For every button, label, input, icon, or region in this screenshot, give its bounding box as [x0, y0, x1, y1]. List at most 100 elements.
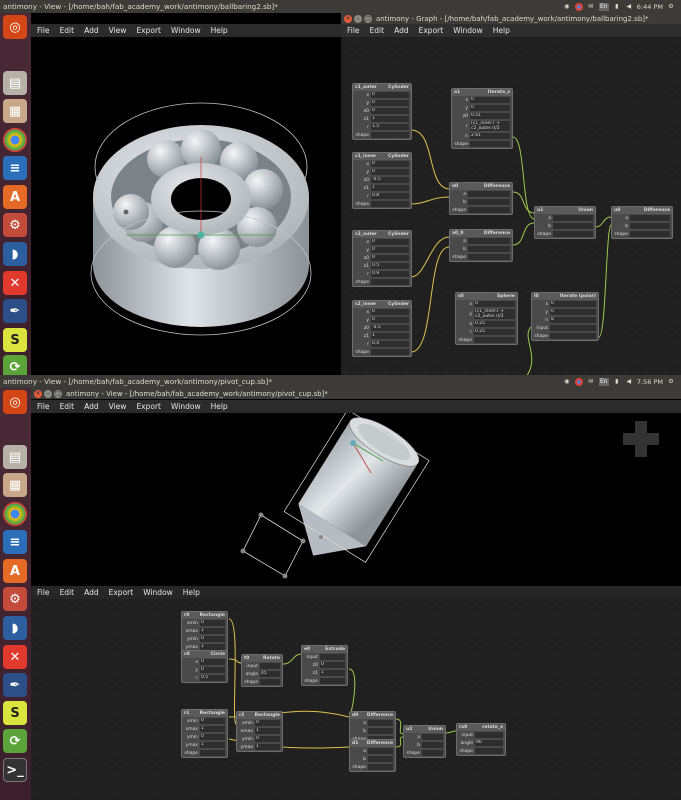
node-value-field[interactable]: 0.9	[371, 271, 409, 277]
software-center-icon[interactable]: A	[3, 185, 27, 209]
node-value-field[interactable]: 1	[371, 185, 409, 191]
pivot-view-titlebar[interactable]: ✕ – □ antimony - View - [/home/bah/fab_a…	[31, 388, 681, 399]
node-value-field[interactable]	[630, 223, 670, 229]
volume-icon[interactable]: ◀	[625, 3, 633, 11]
node-graph-pivot[interactable]: r0 Rectangle xmin 0 xmax 1 ymin 0 ymax 1 c0 Ci…	[31, 599, 681, 800]
node-value-field[interactable]: 0.25	[474, 321, 515, 327]
minimize-icon[interactable]: –	[354, 14, 362, 23]
node-value-field[interactable]: 0	[320, 662, 345, 668]
gear-icon[interactable]: ⚙	[667, 3, 675, 11]
node-value-field[interactable]: 0	[371, 247, 409, 253]
node-value-field[interactable]: 0	[470, 97, 510, 103]
node-value-field[interactable]: -0.5	[371, 325, 409, 331]
node-value-field[interactable]	[553, 223, 593, 229]
menu-add[interactable]: Add	[84, 26, 99, 35]
viewport-3d-top[interactable]	[31, 37, 341, 375]
wireshark-icon[interactable]: ◗	[3, 242, 27, 266]
node-s0-sphere[interactable]: s0 Sphere x0 y (c1_inner.r + c2_outer.r)/2…	[455, 292, 518, 345]
node-value-field[interactable]: 0	[371, 161, 409, 167]
node-value-field[interactable]: 0.4	[371, 341, 409, 347]
graph-menu-export[interactable]: Export	[109, 588, 134, 597]
node-value-field[interactable]	[422, 750, 443, 756]
archive-icon[interactable]: ▦	[3, 473, 27, 497]
node-value-field[interactable]: 45	[260, 671, 280, 677]
graph-menu-file[interactable]: File	[347, 26, 360, 35]
graph-menu-help[interactable]: Help	[183, 588, 200, 597]
node-value-field[interactable]	[468, 207, 510, 213]
node-c0-circle[interactable]: c0 Circle x0 y0 r 0.5	[181, 650, 228, 683]
minimize-icon[interactable]: –	[44, 389, 52, 398]
node-value-field[interactable]	[368, 748, 393, 754]
node-value-field[interactable]: 0	[371, 100, 409, 106]
graph-menu-add[interactable]: Add	[84, 588, 99, 597]
node-c1-inner[interactable]: c1_inner Cylinder x0 y0 z0 -0.5 z1 1 r 0.8 s…	[352, 152, 412, 209]
node-value-field[interactable]: 1	[200, 726, 225, 732]
node-value-field[interactable]	[475, 732, 503, 738]
files-icon[interactable]: ▤	[3, 71, 27, 95]
node-value-field[interactable]: 1	[200, 628, 225, 634]
node-value-field[interactable]: 0	[470, 105, 510, 111]
node-value-field[interactable]: -0.5	[371, 177, 409, 183]
node-u0-difference[interactable]: u0 Difference a b shape	[611, 206, 673, 239]
node-value-field[interactable]: 0	[255, 736, 280, 742]
node-value-field[interactable]	[468, 199, 510, 205]
xmind-icon[interactable]: ✕	[3, 645, 27, 669]
node-value-field[interactable]	[200, 750, 225, 756]
menu-help[interactable]: Help	[211, 26, 228, 35]
terminal-icon[interactable]: >_	[3, 758, 27, 782]
graph-menu-file[interactable]: File	[37, 588, 50, 597]
gear-icon[interactable]: ⚙	[667, 378, 675, 386]
graph-menu-export[interactable]: Export	[419, 26, 444, 35]
files-icon[interactable]: ▤	[3, 445, 27, 469]
keyboard-icon[interactable]: En	[598, 377, 609, 386]
graph-menu-window[interactable]: Window	[143, 588, 173, 597]
node-t0-rotate[interactable]: t0 Rotate input angle 45 shape	[241, 654, 283, 687]
node-value-field[interactable]	[320, 678, 345, 684]
keyboard-icon[interactable]: En	[598, 2, 609, 11]
chrome-icon[interactable]	[574, 377, 583, 386]
node-e0-extrude[interactable]: e0 Extrude input z0 0 z1 1 shape	[301, 645, 348, 686]
chrome-icon[interactable]	[3, 502, 27, 526]
menu-export[interactable]: Export	[136, 402, 161, 411]
mail-icon[interactable]: ✉	[587, 3, 595, 11]
node-value-field[interactable]: 2.61	[470, 133, 510, 139]
settings-icon[interactable]: ⚙	[3, 587, 27, 611]
node-value-field[interactable]	[371, 349, 409, 355]
node-value-field[interactable]: (c1_inner.r + c2_outer.r)/2	[474, 309, 515, 319]
writer-icon[interactable]: ≡	[3, 156, 27, 180]
node-value-field[interactable]: 0	[474, 301, 515, 307]
inkscape-icon[interactable]: ✒	[3, 673, 27, 697]
update-icon[interactable]: ⟳	[3, 729, 27, 753]
node-c1-outer[interactable]: c1_outer Cylinder x0 y0 z0 0 z1 1 r 1.5 shap…	[352, 83, 412, 140]
node-value-field[interactable]: 0	[200, 734, 225, 740]
node-value-field[interactable]	[320, 654, 345, 660]
node-value-field[interactable]: 1	[255, 728, 280, 734]
node-value-field[interactable]	[371, 279, 409, 285]
node-c2-outer[interactable]: c2_outer Cylinder x0 y0 z0 0 z1 0.5 r 0.9 sh…	[352, 230, 412, 287]
node-value-field[interactable]: 1	[371, 333, 409, 339]
node-value-field[interactable]: 0.51	[470, 113, 510, 119]
menu-window[interactable]: Window	[171, 402, 201, 411]
node-value-field[interactable]: 1	[320, 670, 345, 676]
node-graph-top[interactable]: c1_outer Cylinder x0 y0 z0 0 z1 1 r 1.5 shap…	[341, 37, 681, 375]
node-value-field[interactable]	[475, 748, 503, 754]
ubuntu-logo-icon[interactable]: ◎	[3, 15, 27, 39]
node-value-field[interactable]	[368, 764, 393, 770]
node-u1-union[interactable]: u1 Union a b shape	[534, 206, 596, 239]
node-value-field[interactable]	[422, 742, 443, 748]
node-value-field[interactable]	[468, 238, 510, 244]
graph-window-titlebar[interactable]: ✕ – □ antimony - Graph - [/home/bah/fab_…	[341, 13, 681, 24]
node-a0-difference[interactable]: a0 Difference a b shape	[449, 182, 513, 215]
menu-export[interactable]: Export	[136, 26, 161, 35]
volume-icon[interactable]: ◀	[625, 378, 633, 386]
menu-view[interactable]: View	[109, 26, 127, 35]
node-value-field[interactable]	[260, 679, 280, 685]
node-value-field[interactable]	[468, 246, 510, 252]
graph-menu-add[interactable]: Add	[394, 26, 409, 35]
node-value-field[interactable]: 1	[200, 742, 225, 748]
viewport-3d-pivot[interactable]	[31, 413, 681, 583]
node-value-field[interactable]	[260, 663, 280, 669]
openscad-icon[interactable]: S	[3, 328, 27, 352]
archive-icon[interactable]: ▦	[3, 99, 27, 123]
node-value-field[interactable]: 0	[200, 620, 225, 626]
